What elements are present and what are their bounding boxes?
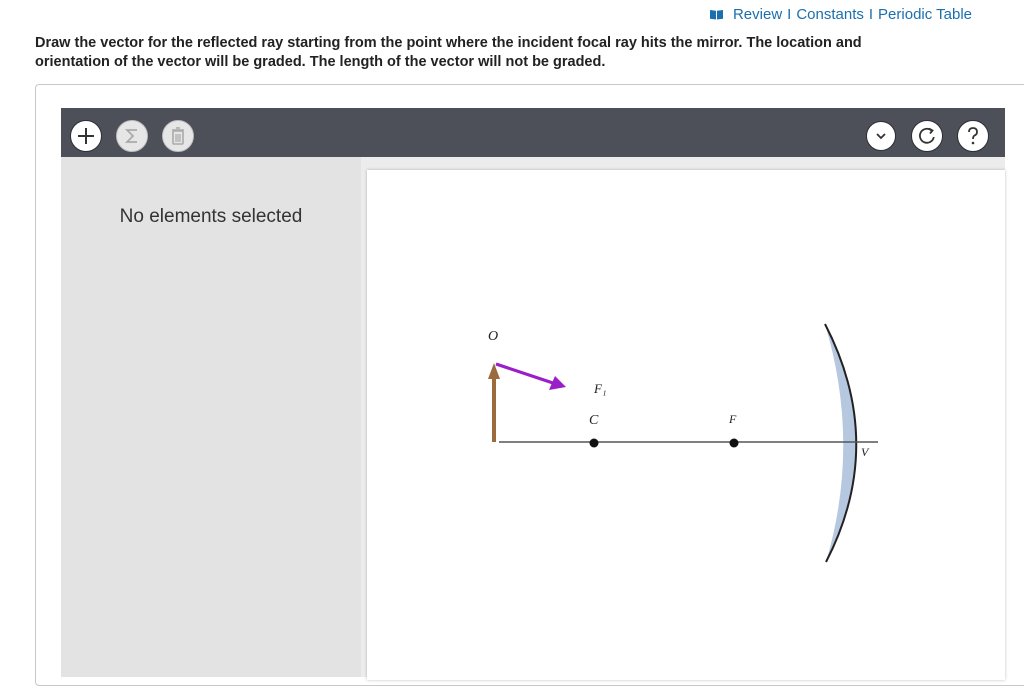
question-icon	[968, 127, 978, 145]
drawing-canvas[interactable]: O F₁ C F V	[367, 170, 1005, 680]
focus-label: F	[729, 412, 737, 426]
mirror-diagram	[488, 323, 878, 563]
drawn-vector	[495, 362, 554, 385]
periodic-table-link[interactable]: Periodic Table	[878, 6, 972, 23]
properties-sidebar: No elements selected	[61, 157, 361, 677]
chevron-down-icon	[876, 133, 886, 140]
add-vector-button[interactable]	[70, 120, 102, 152]
sigma-icon	[124, 129, 137, 143]
book-icon	[709, 9, 724, 20]
help-button[interactable]	[957, 120, 989, 152]
sidebar-message: No elements selected	[119, 206, 303, 227]
review-link[interactable]: Review	[733, 6, 782, 23]
focal-point	[729, 438, 739, 448]
vertex-label: V	[861, 445, 869, 459]
center-point	[589, 438, 599, 448]
object-label: O	[488, 329, 499, 344]
drawing-toolbar	[61, 108, 1005, 157]
trash-icon	[172, 127, 184, 145]
reset-icon	[919, 127, 935, 144]
vector-sum-button[interactable]	[116, 120, 148, 152]
options-menu-button[interactable]	[866, 121, 896, 151]
resource-links: Review I Constants I Periodic Table	[709, 5, 972, 23]
vector-point-label: F₁	[594, 381, 607, 396]
question-instructions: Draw the vector for the reflected ray st…	[35, 35, 862, 70]
constants-link[interactable]: Constants	[796, 6, 864, 23]
plus-icon	[78, 128, 94, 144]
center-label: C	[589, 413, 599, 428]
reset-button[interactable]	[911, 120, 943, 152]
link-separator: I	[868, 5, 874, 23]
delete-button[interactable]	[162, 120, 194, 152]
link-separator: I	[787, 5, 792, 23]
